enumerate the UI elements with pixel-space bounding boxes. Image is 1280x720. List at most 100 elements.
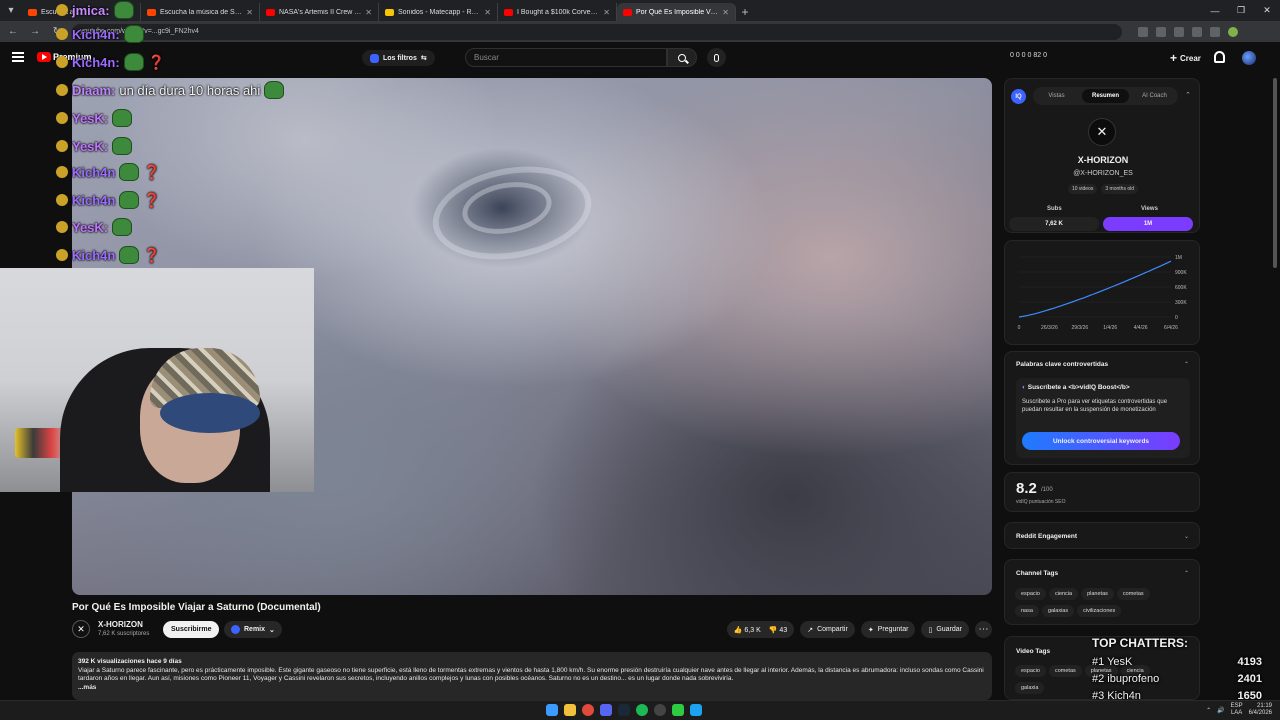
channel-avatar[interactable]: ✕ <box>72 620 90 638</box>
extension-icon[interactable] <box>1210 26 1220 37</box>
extension-icon[interactable] <box>1192 26 1202 37</box>
tag-chip[interactable]: cometas <box>1048 665 1082 677</box>
close-tab-icon[interactable]: ✕ <box>603 8 610 17</box>
close-tab-icon[interactable]: ✕ <box>722 8 729 17</box>
vidiq-channel-name: X-HORIZON <box>1077 155 1129 165</box>
view-stats: 392 K visualizaciones hace 9 días <box>78 658 182 665</box>
app-icon[interactable] <box>690 704 702 716</box>
file-explorer-icon[interactable] <box>564 704 576 716</box>
seo-score-panel: 8.2 /100 vidIQ puntuación SEO <box>1004 472 1200 512</box>
chevron-up-icon[interactable]: ⌃ <box>1185 91 1191 99</box>
browser-tab[interactable]: Sonidos - Matecapp - Ranking ✕ <box>379 3 498 21</box>
voice-search-button[interactable] <box>707 48 726 67</box>
vidiq-header-stats[interactable]: 0 0 0 0 82 0 <box>1010 52 1047 59</box>
chart-x-tick: 4/4/26 <box>1134 325 1148 331</box>
tag-chip[interactable]: ciencia <box>1048 588 1079 600</box>
share-button[interactable]: ↗ Compartir <box>800 621 855 638</box>
back-icon[interactable]: ← <box>6 26 20 37</box>
tag-chip[interactable]: espacio <box>1015 665 1046 677</box>
page-scrollbar[interactable] <box>1273 78 1277 268</box>
remix-button[interactable]: Remix ⌄ <box>224 621 282 638</box>
steam-icon[interactable] <box>618 704 630 716</box>
video-description[interactable]: 392 K visualizaciones hace 9 días Viajar… <box>72 652 992 700</box>
chevron-down-icon[interactable]: ⌄ <box>1184 533 1189 540</box>
chevron-up-icon[interactable]: ⌃ <box>1206 707 1211 714</box>
tag-chip[interactable]: cometas <box>1116 588 1150 600</box>
notifications-bell-icon[interactable] <box>1214 51 1225 63</box>
discord-icon[interactable] <box>600 704 612 716</box>
chart-y-tick: 1M <box>1175 255 1182 261</box>
filters-button[interactable]: Los filtros ⇆ <box>362 50 435 66</box>
tag-chip[interactable]: nasa <box>1015 605 1039 617</box>
tag-chip[interactable]: espacio <box>1015 588 1046 600</box>
menu-icon[interactable] <box>12 52 24 62</box>
show-more-link[interactable]: ...más <box>78 684 986 693</box>
tab-ai-coach[interactable]: AI Coach <box>1131 93 1178 99</box>
views-value[interactable]: 1M <box>1103 217 1193 231</box>
spotify-icon[interactable] <box>636 704 648 716</box>
unlock-keywords-button[interactable]: Unlock controversial keywords <box>1022 432 1180 450</box>
youtube-logo-icon[interactable] <box>37 52 51 62</box>
question-mark-icon: ❓ <box>143 163 161 180</box>
maximize-icon[interactable]: ❐ <box>1228 0 1254 21</box>
subs-value[interactable]: 7,62 K <box>1009 217 1099 231</box>
tag-chip[interactable]: civilizaciones <box>1077 605 1122 617</box>
tab-label: NASA's Artemis II Crew Flies Ar <box>279 8 361 16</box>
volume-icon[interactable]: 🔊 <box>1217 707 1224 714</box>
app-icon[interactable] <box>672 704 684 716</box>
tab-label: Por Qué Es Imposible Viaje <box>636 8 719 16</box>
tab-search-icon[interactable]: ▾ <box>0 0 22 21</box>
like-button[interactable]: 👍 6,3 K <box>734 626 761 634</box>
tab-vistas[interactable]: Vistas <box>1033 93 1080 99</box>
pepe-emote-icon <box>113 1 134 19</box>
close-tab-icon[interactable]: ✕ <box>365 8 372 17</box>
reddit-engagement-panel[interactable]: Reddit Engagement ⌄ <box>1004 522 1200 549</box>
language-indicator[interactable]: ESP LAA <box>1231 703 1243 717</box>
windows-start-icon[interactable] <box>546 704 558 716</box>
channel-name[interactable]: X-HORIZON <box>98 620 143 629</box>
ask-button[interactable]: ✦ Preguntar <box>860 621 916 638</box>
profile-icon[interactable] <box>1228 26 1238 37</box>
extension-icon[interactable] <box>1174 26 1184 37</box>
browser-tab[interactable]: NASA's Artemis II Crew Flies Ar ✕ <box>260 3 379 21</box>
question-mark-icon: ❓ <box>143 191 161 208</box>
more-actions-button[interactable]: ⋯ <box>975 621 992 638</box>
url-input[interactable]: youtube.com/watch?v=...gc9i_FN2hv4 <box>72 23 1122 40</box>
chrome-icon[interactable] <box>582 704 594 716</box>
bookmark-icon: ▯ <box>928 626 933 634</box>
boost-description: Suscribete a Pro para ver etiquetas cont… <box>1022 399 1168 413</box>
pepe-emote-icon <box>112 137 133 155</box>
create-button[interactable]: + Crear <box>1164 50 1207 66</box>
tag-chip[interactable]: galaxia <box>1015 682 1045 694</box>
avatar[interactable] <box>1242 51 1256 65</box>
chevron-up-icon[interactable]: ⌃ <box>1184 361 1189 368</box>
tag-chip[interactable]: planetas <box>1081 588 1114 600</box>
browser-tab[interactable]: Escucha la música de Slimepay✕ <box>141 3 260 21</box>
app-icon[interactable] <box>654 704 666 716</box>
save-button[interactable]: ▯ Guardar <box>921 621 969 638</box>
chevron-up-icon[interactable]: ⌃ <box>1184 570 1189 577</box>
chat-username: YesK: <box>72 219 109 235</box>
extension-icon[interactable] <box>1156 26 1166 37</box>
extension-icon[interactable] <box>1138 26 1148 37</box>
forward-icon[interactable]: → <box>28 26 42 37</box>
tab-resumen[interactable]: Resumen <box>1082 89 1129 103</box>
close-tab-icon[interactable]: ✕ <box>484 8 491 17</box>
close-window-icon[interactable]: ✕ <box>1254 0 1280 21</box>
browser-tab[interactable]: Por Qué Es Imposible Viaje ✕ <box>617 3 736 21</box>
vidiq-logo-icon[interactable]: IQ <box>1011 89 1026 104</box>
tag-chip[interactable]: galaxias <box>1041 605 1075 617</box>
browser-tab[interactable]: I Bought a $100k Corvette Z06 ✕ <box>498 3 617 21</box>
dislike-button[interactable]: 👎 43 <box>769 626 787 634</box>
clock[interactable]: 21:19 6/4/2026 <box>1249 703 1272 717</box>
chat-message: jmica: <box>56 0 134 20</box>
search-input[interactable]: Buscar <box>465 48 667 67</box>
clock-date: 6/4/2026 <box>1248 710 1272 716</box>
share-label: Compartir <box>817 626 848 633</box>
new-tab-button[interactable]: + <box>736 3 754 21</box>
minimize-icon[interactable]: — <box>1202 0 1228 21</box>
subscribe-button[interactable]: Suscribirme <box>163 621 220 638</box>
subscriber-count: 7,62 K suscriptores <box>98 631 150 637</box>
search-button[interactable] <box>667 48 697 67</box>
close-tab-icon[interactable]: ✕ <box>246 8 253 17</box>
